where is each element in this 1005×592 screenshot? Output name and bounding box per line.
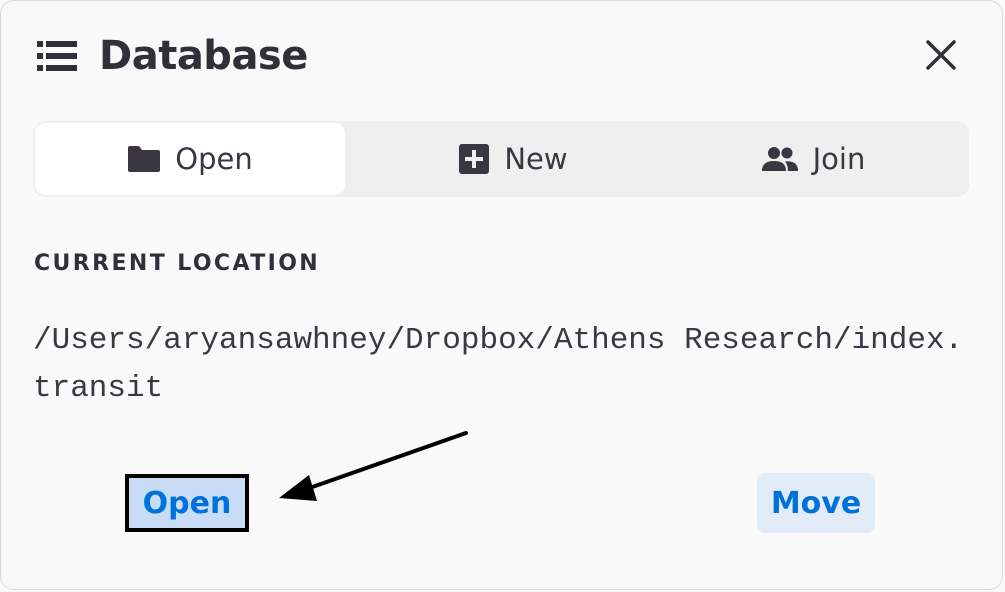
- tab-open[interactable]: Open: [35, 123, 345, 195]
- tab-new[interactable]: New: [363, 123, 663, 195]
- tab-new-label: New: [504, 142, 568, 176]
- move-button[interactable]: Move: [757, 473, 875, 533]
- close-icon: [926, 39, 956, 75]
- location-path: /Users/aryansawhney/Dropbox/Athens Resea…: [33, 323, 964, 406]
- open-button[interactable]: Open: [125, 474, 249, 532]
- database-list-icon: [37, 39, 77, 73]
- dialog-header: Database: [37, 31, 308, 81]
- folder-icon: [127, 145, 161, 173]
- tab-bar: Open New Join: [33, 121, 969, 197]
- tab-join-label: Join: [812, 142, 866, 176]
- tab-open-label: Open: [175, 142, 253, 176]
- plus-box-icon: [458, 143, 490, 175]
- close-button[interactable]: [919, 35, 963, 79]
- dialog-title: Database: [99, 33, 308, 79]
- people-icon: [761, 146, 799, 172]
- database-dialog: Database Open New Join CURRENT LOCATION …: [0, 0, 1003, 590]
- current-location-heading: CURRENT LOCATION: [34, 251, 321, 276]
- tab-join[interactable]: Join: [663, 123, 963, 195]
